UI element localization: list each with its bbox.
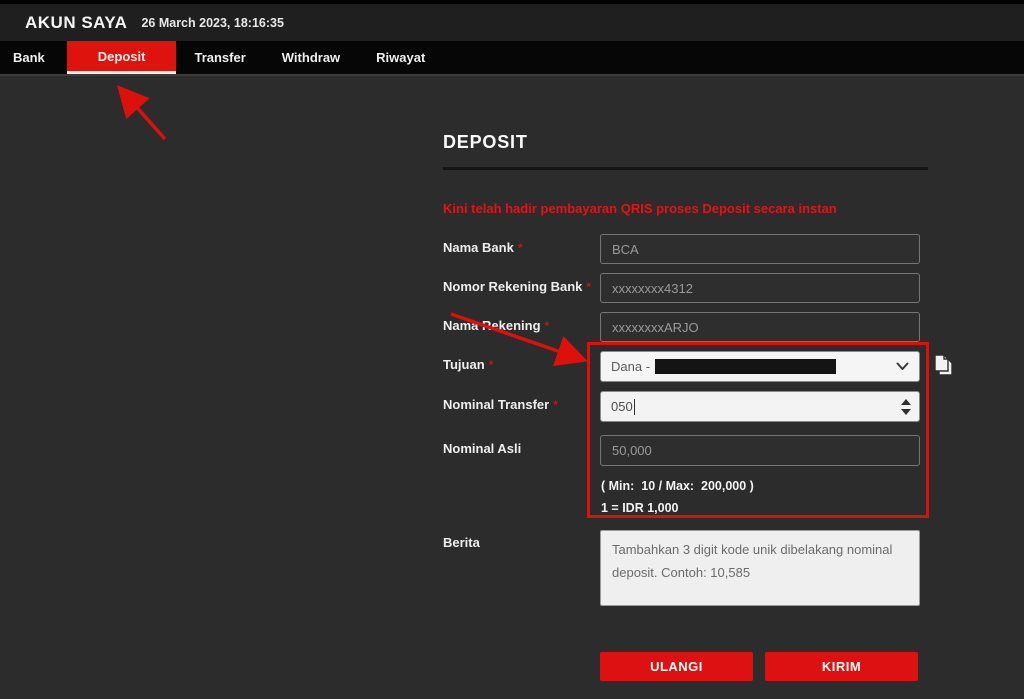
label-nominal-asli: Nominal Asli bbox=[443, 441, 521, 456]
label-text: Nominal Transfer bbox=[443, 397, 549, 412]
tab-riwayat[interactable]: Riwayat bbox=[358, 41, 443, 74]
qris-notice: Kini telah hadir pembayaran QRIS proses … bbox=[443, 201, 837, 216]
label-nominal-transfer: Nominal Transfer * bbox=[443, 397, 558, 412]
datetime-label: 26 March 2023, 18:16:35 bbox=[141, 16, 283, 30]
spinner-down-icon[interactable] bbox=[901, 409, 911, 415]
required-asterisk: * bbox=[553, 398, 558, 412]
required-asterisk: * bbox=[518, 241, 523, 255]
required-asterisk: * bbox=[489, 358, 494, 372]
kirim-button[interactable]: KIRIM bbox=[765, 652, 918, 681]
nama-bank-input[interactable] bbox=[600, 234, 920, 264]
label-text: Nomor Rekening Bank bbox=[443, 279, 582, 294]
chevron-down-icon bbox=[896, 362, 909, 371]
main-nav: Bank Deposit Transfer Withdraw Riwayat bbox=[0, 41, 1024, 76]
berita-textarea[interactable]: Tambahkan 3 digit kode unik dibelakang n… bbox=[600, 530, 920, 606]
label-text: Berita bbox=[443, 535, 480, 550]
nominal-transfer-input[interactable]: 050 bbox=[600, 391, 920, 422]
tab-transfer[interactable]: Transfer bbox=[176, 41, 263, 74]
redaction-bar bbox=[655, 359, 836, 374]
rate-note: 1 = IDR 1,000 bbox=[601, 501, 678, 515]
form-title: DEPOSIT bbox=[443, 132, 528, 153]
topbar: AKUN SAYA 26 March 2023, 18:16:35 bbox=[0, 0, 1024, 41]
label-nama-bank: Nama Bank * bbox=[443, 240, 522, 255]
nominal-asli-input[interactable] bbox=[600, 435, 920, 466]
label-text: Nama Rekening bbox=[443, 318, 541, 333]
label-text: Tujuan bbox=[443, 357, 485, 372]
arrow-to-deposit-tab bbox=[124, 93, 165, 139]
copy-icon[interactable] bbox=[931, 352, 955, 379]
label-nomor-rekening-bank: Nomor Rekening Bank * bbox=[443, 279, 591, 294]
nominal-transfer-value: 050 bbox=[611, 399, 633, 414]
nama-rekening-input[interactable] bbox=[600, 312, 920, 342]
tab-deposit[interactable]: Deposit bbox=[67, 41, 177, 74]
tab-withdraw[interactable]: Withdraw bbox=[264, 41, 358, 74]
label-text: Nama Bank bbox=[443, 240, 514, 255]
tujuan-selected-value: Dana - bbox=[611, 359, 650, 374]
deposit-page: AKUN SAYA 26 March 2023, 18:16:35 Bank D… bbox=[0, 0, 1024, 699]
page-title: AKUN SAYA bbox=[25, 13, 127, 33]
tab-bank[interactable]: Bank bbox=[0, 41, 67, 74]
ulangi-button[interactable]: ULANGI bbox=[600, 652, 753, 681]
number-spinner[interactable] bbox=[901, 399, 911, 415]
tujuan-select[interactable]: Dana - bbox=[600, 351, 920, 382]
min-max-note: ( Min: 10 / Max: 200,000 ) bbox=[601, 479, 754, 493]
required-asterisk: * bbox=[545, 319, 550, 333]
title-divider bbox=[443, 167, 928, 170]
spinner-up-icon[interactable] bbox=[901, 399, 911, 405]
nomor-rekening-bank-input[interactable] bbox=[600, 273, 920, 303]
label-nama-rekening: Nama Rekening * bbox=[443, 318, 549, 333]
label-text: Nominal Asli bbox=[443, 441, 521, 456]
label-berita: Berita bbox=[443, 535, 480, 550]
required-asterisk: * bbox=[586, 280, 591, 294]
text-cursor bbox=[634, 399, 635, 415]
label-tujuan: Tujuan * bbox=[443, 357, 493, 372]
